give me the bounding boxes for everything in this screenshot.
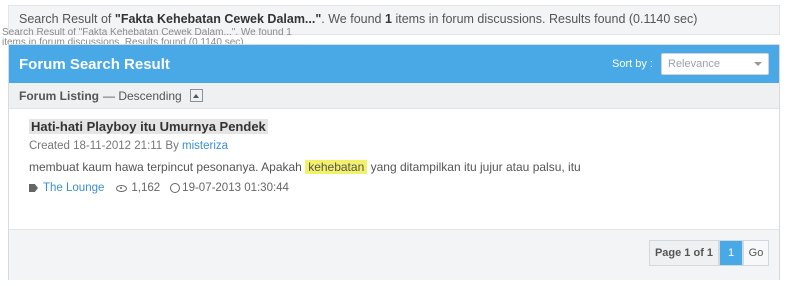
sort-select-value: Relevance bbox=[668, 58, 720, 70]
sort-order-toggle[interactable] bbox=[189, 89, 203, 102]
pager: Page 1 of 1 1 Go bbox=[649, 240, 769, 266]
snippet-after: yang ditampilkan itu jujur atau palsu, i… bbox=[370, 160, 581, 174]
listing-bar: Forum Listing — Descending bbox=[9, 83, 779, 109]
sort-label: Sort by : bbox=[612, 58, 653, 70]
snippet-before: membuat kaum hawa terpincut pesonanya. A… bbox=[29, 160, 302, 174]
result-title-link[interactable]: Hati-hati Playboy itu Umurnya Pendek bbox=[29, 119, 268, 134]
snippet-highlight: kehebatan bbox=[305, 160, 368, 174]
summary-suffix: items in forum discussions. Results foun… bbox=[395, 12, 698, 26]
view-count: 1,162 bbox=[131, 182, 161, 194]
result-created: Created 18-11-2012 21:11 By bbox=[29, 140, 179, 152]
last-post-time: 19-07-2013 01:30:44 bbox=[182, 182, 289, 194]
panel-header: Forum Search Result Sort by : Relevance bbox=[9, 45, 779, 83]
page-1-button[interactable]: 1 bbox=[719, 240, 743, 266]
chevron-down-icon bbox=[754, 62, 762, 66]
sort-select[interactable]: Relevance bbox=[661, 53, 769, 75]
page-info: Page 1 of 1 bbox=[649, 240, 719, 266]
tag-icon bbox=[29, 184, 38, 192]
forum-link[interactable]: The Lounge bbox=[43, 182, 104, 194]
listing-label: Forum Listing bbox=[19, 88, 99, 103]
caret-up-icon bbox=[193, 93, 200, 98]
search-result-item: Hati-hati Playboy itu Umurnya Pendek Cre… bbox=[9, 109, 779, 209]
pagination-bar: Page 1 of 1 1 Go bbox=[9, 229, 779, 280]
result-author-link[interactable]: misteriza bbox=[182, 140, 228, 152]
result-stats: The Lounge 1,162 19-07-2013 01:30:44 bbox=[29, 182, 759, 194]
go-button[interactable]: Go bbox=[743, 240, 769, 266]
panel-title: Forum Search Result bbox=[19, 55, 170, 73]
summary-mid: . We found bbox=[321, 12, 382, 26]
listing-order: — Descending bbox=[103, 88, 182, 103]
summary-query: "Fakta Kehebatan Cewek Dalam..." bbox=[114, 12, 322, 26]
forum-search-panel: Forum Search Result Sort by : Relevance … bbox=[8, 44, 780, 280]
summary-count: 1 bbox=[385, 12, 392, 26]
eye-icon bbox=[116, 184, 128, 192]
result-snippet: membuat kaum hawa terpincut pesonanya. A… bbox=[29, 160, 759, 174]
clock-icon bbox=[170, 183, 181, 193]
result-meta: Created 18-11-2012 21:11 By misteriza bbox=[29, 140, 759, 152]
summary-prefix: Search Result of bbox=[19, 12, 112, 26]
